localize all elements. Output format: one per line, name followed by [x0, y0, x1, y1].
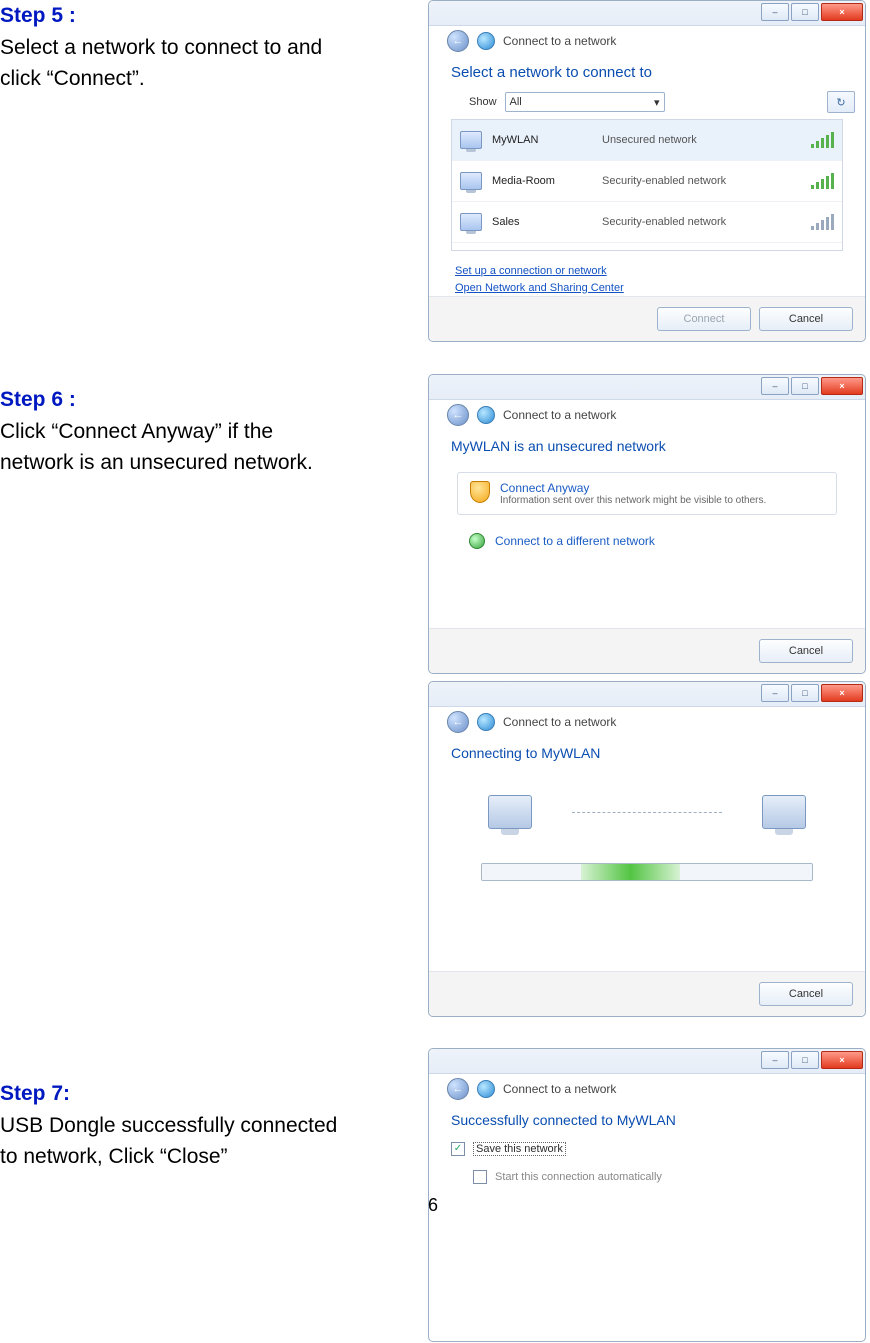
close-button[interactable]: ×	[821, 1051, 863, 1069]
progress-bar	[481, 863, 813, 881]
bottom-links: Set up a connection or network Open Netw…	[429, 255, 865, 296]
link-setup-connection[interactable]: Set up a connection or network	[455, 263, 865, 280]
titlebar: – □ ×	[429, 1049, 865, 1074]
cancel-button[interactable]: Cancel	[759, 639, 853, 663]
shield-icon	[470, 481, 490, 503]
checkbox-icon[interactable]: ✓	[451, 1142, 465, 1156]
window-title: Connect to a network	[503, 34, 616, 48]
step6-line1: Click “Connect Anyway” if the	[0, 416, 380, 448]
window-title: Connect to a network	[503, 1082, 616, 1096]
breadcrumb: ← Connect to a network	[429, 1074, 865, 1106]
globe-icon	[477, 406, 495, 424]
option-label: Connect to a different network	[495, 534, 655, 548]
window-unsecured-warning: – □ × ← Connect to a network MyWLAN is a…	[428, 374, 866, 674]
minimize-button[interactable]: –	[761, 684, 789, 702]
step6-title: Step 6 :	[0, 384, 380, 416]
step5-line1: Select a network to connect to and	[0, 32, 380, 64]
page-heading: Connecting to MyWLAN	[429, 739, 865, 771]
maximize-button[interactable]: □	[791, 377, 819, 395]
checkbox-icon[interactable]	[473, 1170, 487, 1184]
option-title: Connect Anyway	[500, 481, 766, 495]
server-icon	[762, 795, 806, 829]
titlebar: – □ ×	[429, 1, 865, 26]
monitor-icon	[460, 213, 482, 231]
back-icon[interactable]: ←	[447, 30, 469, 52]
page-heading: Successfully connected to MyWLAN	[429, 1106, 865, 1138]
cancel-button[interactable]: Cancel	[759, 307, 853, 331]
dashed-line	[572, 812, 722, 813]
option-subtext: Information sent over this network might…	[500, 495, 766, 506]
minimize-button[interactable]: –	[761, 1051, 789, 1069]
pc-icon	[488, 795, 532, 829]
globe-icon	[477, 1080, 495, 1098]
breadcrumb: ← Connect to a network	[429, 26, 865, 58]
step7-line2: to network, Click “Close”	[0, 1141, 380, 1173]
back-icon[interactable]: ←	[447, 1078, 469, 1100]
breadcrumb: ← Connect to a network	[429, 400, 865, 432]
connect-button[interactable]: Connect	[657, 307, 751, 331]
window-title: Connect to a network	[503, 408, 616, 422]
network-name: Sales	[482, 216, 602, 228]
step7-line1: USB Dongle successfully connected	[0, 1110, 380, 1142]
minimize-button[interactable]: –	[761, 3, 789, 21]
network-status: Security-enabled network	[602, 175, 811, 187]
breadcrumb: ← Connect to a network	[429, 707, 865, 739]
network-row-sales[interactable]: Sales Security-enabled network	[452, 202, 842, 243]
window-success: – □ × ← Connect to a network Successfull…	[428, 1048, 866, 1342]
globe-icon	[477, 713, 495, 731]
network-status: Unsecured network	[602, 134, 811, 146]
titlebar: – □ ×	[429, 682, 865, 707]
show-value: All	[510, 96, 522, 108]
window-title: Connect to a network	[503, 715, 616, 729]
autostart-row[interactable]: Start this connection automatically	[429, 1166, 865, 1194]
monitor-icon	[460, 172, 482, 190]
show-select[interactable]: All ▾	[505, 92, 665, 112]
back-icon[interactable]: ←	[447, 404, 469, 426]
globe-icon	[477, 32, 495, 50]
signal-icon	[811, 214, 834, 230]
step5-line2: click “Connect”.	[0, 63, 380, 95]
network-name: Media-Room	[482, 175, 602, 187]
network-row-mywlan[interactable]: MyWLAN Unsecured network	[452, 120, 842, 161]
network-name: MyWLAN	[482, 134, 602, 146]
save-network-label: Save this network	[473, 1142, 566, 1156]
minimize-button[interactable]: –	[761, 377, 789, 395]
signal-icon	[811, 173, 834, 189]
arrow-icon	[469, 533, 485, 549]
maximize-button[interactable]: □	[791, 684, 819, 702]
maximize-button[interactable]: □	[791, 3, 819, 21]
page-heading: Select a network to connect to	[429, 58, 865, 91]
chevron-down-icon: ▾	[654, 96, 660, 109]
close-button[interactable]: ×	[821, 3, 863, 21]
link-network-center[interactable]: Open Network and Sharing Center	[455, 280, 865, 297]
network-status: Security-enabled network	[602, 216, 811, 228]
network-list: MyWLAN Unsecured network Media-Room Secu…	[451, 119, 843, 251]
autostart-label: Start this connection automatically	[495, 1171, 662, 1183]
window-connecting: – □ × ← Connect to a network Connecting …	[428, 681, 866, 1017]
step7-title: Step 7:	[0, 1078, 380, 1110]
signal-icon	[811, 132, 834, 148]
monitor-icon	[460, 131, 482, 149]
close-button[interactable]: ×	[821, 684, 863, 702]
save-network-row[interactable]: ✓ Save this network	[429, 1138, 865, 1166]
close-button[interactable]: ×	[821, 377, 863, 395]
step6-line2: network is an unsecured network.	[0, 447, 380, 479]
maximize-button[interactable]: □	[791, 1051, 819, 1069]
step5-title: Step 5 :	[0, 0, 380, 32]
refresh-button[interactable]: ↻	[827, 91, 855, 113]
page-heading: MyWLAN is an unsecured network	[429, 432, 865, 464]
titlebar: – □ ×	[429, 375, 865, 400]
connection-graphic	[429, 771, 865, 839]
option-connect-anyway[interactable]: Connect Anyway Information sent over thi…	[457, 472, 837, 515]
page-number: 6	[428, 1195, 438, 1216]
back-icon[interactable]: ←	[447, 711, 469, 733]
window-select-network: – □ × ← Connect to a network Select a ne…	[428, 0, 866, 342]
option-different-network[interactable]: Connect to a different network	[429, 523, 865, 559]
show-label: Show	[469, 96, 497, 108]
cancel-button[interactable]: Cancel	[759, 982, 853, 1006]
network-row-media-room[interactable]: Media-Room Security-enabled network	[452, 161, 842, 202]
progress-fill	[581, 864, 680, 880]
